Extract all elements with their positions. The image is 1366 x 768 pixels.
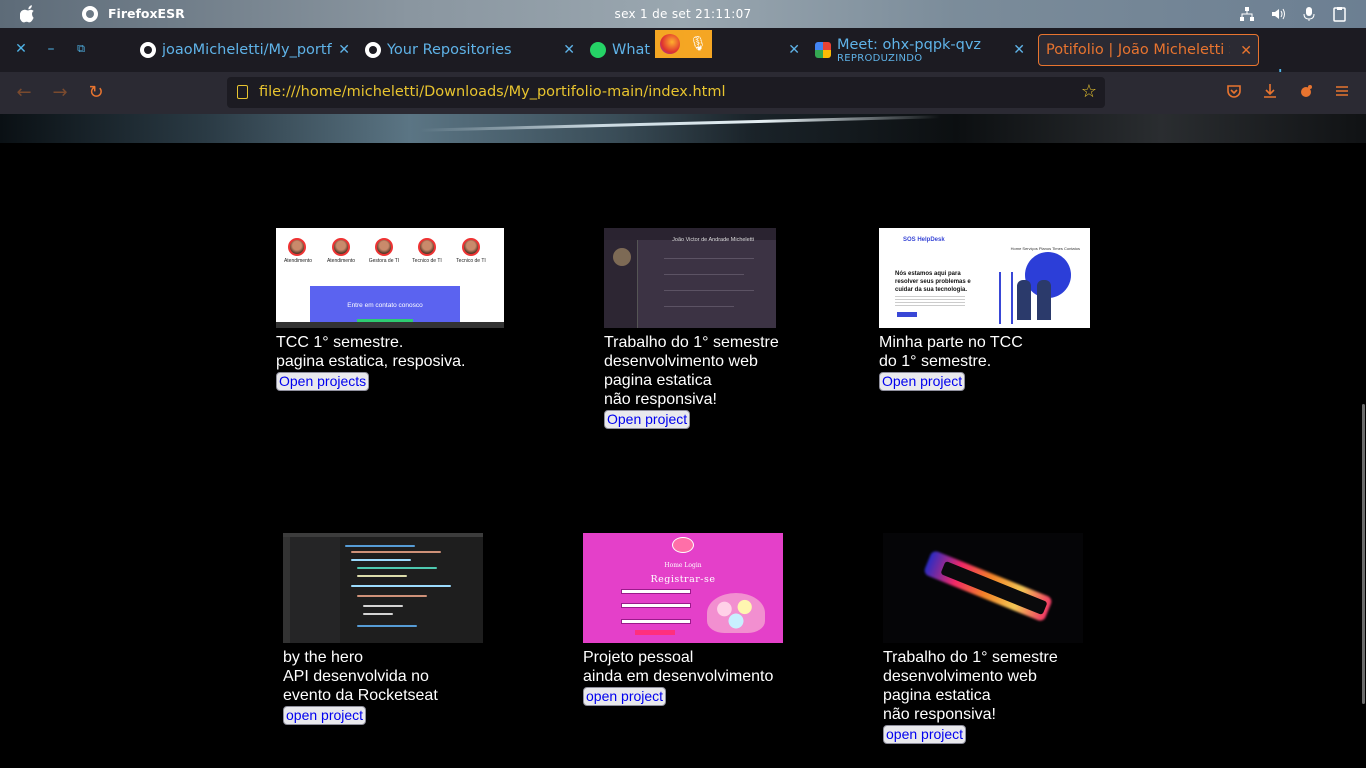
project-card: Trabalho do 1° semestre desenvolvimento …	[883, 533, 1083, 744]
microphone-icon: 🎙	[684, 30, 712, 58]
profile-photo	[613, 248, 631, 266]
project-thumbnail-cv: João Victor de Andrade Micheletti	[604, 228, 776, 328]
project-card: by the hero API desenvolvida no evento d…	[283, 533, 483, 725]
network-icon[interactable]	[1239, 6, 1255, 22]
whatsapp-icon	[590, 42, 606, 58]
project-description: by the hero API desenvolvida no evento d…	[283, 649, 438, 704]
avatar	[288, 238, 306, 256]
web-page-viewport: Atendimento Atendimento Gestora de TI Te…	[0, 114, 1366, 768]
url-text[interactable]: file:///home/micheletti/Downloads/My_por…	[259, 84, 726, 100]
tab-title: What	[612, 42, 651, 58]
avatar	[332, 238, 350, 256]
tab-your-repositories[interactable]: Your Repositories ✕	[365, 34, 581, 66]
downloads-icon[interactable]	[1262, 83, 1278, 103]
contact-banner: Entre em contato conosco	[310, 286, 460, 325]
close-tab-icon[interactable]: ✕	[1013, 42, 1025, 58]
cupcake-logo-icon	[672, 537, 694, 553]
tab-title: Meet: ohx-pqpk-qvz	[837, 37, 982, 53]
clock[interactable]: sex 1 de set 21:11:07	[0, 7, 1366, 21]
cupcakes-illustration	[707, 593, 765, 633]
tab-audio-status: REPRODUZINDO	[837, 53, 923, 64]
project-thumbnail-neon	[883, 533, 1083, 643]
close-tab-icon[interactable]: ✕	[788, 42, 800, 58]
avatar	[462, 238, 480, 256]
project-thumbnail-code-editor	[283, 533, 483, 643]
system-top-bar: FirefoxESR sex 1 de set 21:11:07	[0, 0, 1366, 28]
project-description: Minha parte no TCC do 1° semestre.	[879, 334, 1023, 370]
helpdesk-headline: Nós estamos aqui para resolver seus prob…	[895, 271, 971, 293]
page-scrollbar[interactable]	[1362, 404, 1365, 704]
address-bar[interactable]: file:///home/micheletti/Downloads/My_por…	[227, 77, 1105, 108]
screen-share-indicator[interactable]: 🎙	[655, 30, 712, 58]
project-description: Trabalho do 1° semestre desenvolvimento …	[604, 334, 779, 408]
back-arrow-icon[interactable]: ←	[13, 82, 35, 104]
project-card: João Victor de Andrade Micheletti Trabal…	[604, 228, 779, 429]
github-icon	[140, 42, 156, 58]
tab-portfolio-active[interactable]: Potifolio | João Micheletti So ✕	[1038, 34, 1259, 66]
avatar	[418, 238, 436, 256]
google-meet-icon	[815, 42, 831, 58]
pocket-icon[interactable]	[1226, 83, 1242, 103]
hamburger-menu-icon[interactable]	[1334, 83, 1350, 103]
avatar-caption: Atendimento	[326, 258, 356, 264]
helpdesk-logo: SOS HelpDesk	[903, 237, 945, 243]
open-project-button[interactable]: open project	[883, 725, 967, 744]
project-card: Home Login Registrar-se Projeto pessoal …	[583, 533, 783, 706]
avatar	[375, 238, 393, 256]
contact-banner-text: Entre em contato conosco	[347, 302, 423, 309]
navigation-toolbar: ← → ↻ file:///home/micheletti/Downloads/…	[0, 72, 1366, 114]
avatar-caption: Tecnico de TI	[412, 258, 442, 264]
open-project-button[interactable]: open project	[583, 687, 667, 706]
microphone-icon[interactable]	[1301, 6, 1317, 22]
tab-google-meet[interactable]: Meet: ohx-pqpk-qvz REPRODUZINDO ✕	[815, 34, 1031, 66]
minimize-window-icon[interactable]: –	[44, 42, 58, 56]
open-project-button[interactable]: Open project	[879, 372, 966, 391]
github-icon	[365, 42, 381, 58]
project-description: Trabalho do 1° semestre desenvolvimento …	[883, 649, 1058, 723]
project-card: Atendimento Atendimento Gestora de TI Te…	[276, 228, 504, 391]
page-file-icon	[237, 85, 248, 99]
project-description: TCC 1° semestre. pagina estatica, respos…	[276, 334, 466, 370]
firefox-icon	[655, 30, 684, 58]
project-description: Projeto pessoal ainda em desenvolvimento	[583, 649, 774, 685]
bookmark-star-icon[interactable]: ☆	[1081, 81, 1097, 102]
system-tray	[1239, 6, 1348, 22]
reload-icon[interactable]: ↻	[85, 82, 107, 104]
project-thumbnail-tcc: Atendimento Atendimento Gestora de TI Te…	[276, 228, 504, 328]
cv-header: João Victor de Andrade Micheletti	[604, 228, 776, 243]
close-tab-icon[interactable]: ✕	[338, 42, 350, 58]
open-project-button[interactable]: open project	[283, 706, 367, 725]
register-title: Registrar-se	[650, 574, 716, 585]
project-thumbnail-register: Home Login Registrar-se	[583, 533, 783, 643]
avatar-caption: Atendimento	[283, 258, 313, 264]
close-tab-icon[interactable]: ✕	[1240, 43, 1252, 59]
tab-github-portfolio[interactable]: joaoMicheletti/My_portfo ✕	[140, 34, 356, 66]
tab-title: Potifolio | João Micheletti So	[1046, 42, 1230, 58]
avatar-caption: Tecnico de TI	[456, 258, 486, 264]
avatar-caption: Gestora de TI	[368, 258, 400, 264]
forward-arrow-icon[interactable]: →	[49, 82, 71, 104]
close-window-icon[interactable]: ✕	[14, 42, 28, 56]
project-card: SOS HelpDesk Home Serviços Planos Times …	[879, 228, 1090, 391]
clipboard-icon[interactable]	[1332, 6, 1348, 22]
open-project-button[interactable]: Open projects	[276, 372, 370, 391]
open-project-button[interactable]: Open project	[604, 410, 691, 429]
hero-image	[0, 114, 1366, 143]
close-tab-icon[interactable]: ✕	[563, 42, 575, 58]
tab-title: joaoMicheletti/My_portfo	[162, 42, 332, 58]
extensions-icon[interactable]	[1298, 83, 1314, 103]
restore-window-icon[interactable]: ⧉	[74, 42, 88, 56]
project-thumbnail-helpdesk: SOS HelpDesk Home Serviços Planos Times …	[879, 228, 1090, 328]
tab-title: Your Repositories	[387, 42, 512, 58]
volume-icon[interactable]	[1270, 6, 1286, 22]
